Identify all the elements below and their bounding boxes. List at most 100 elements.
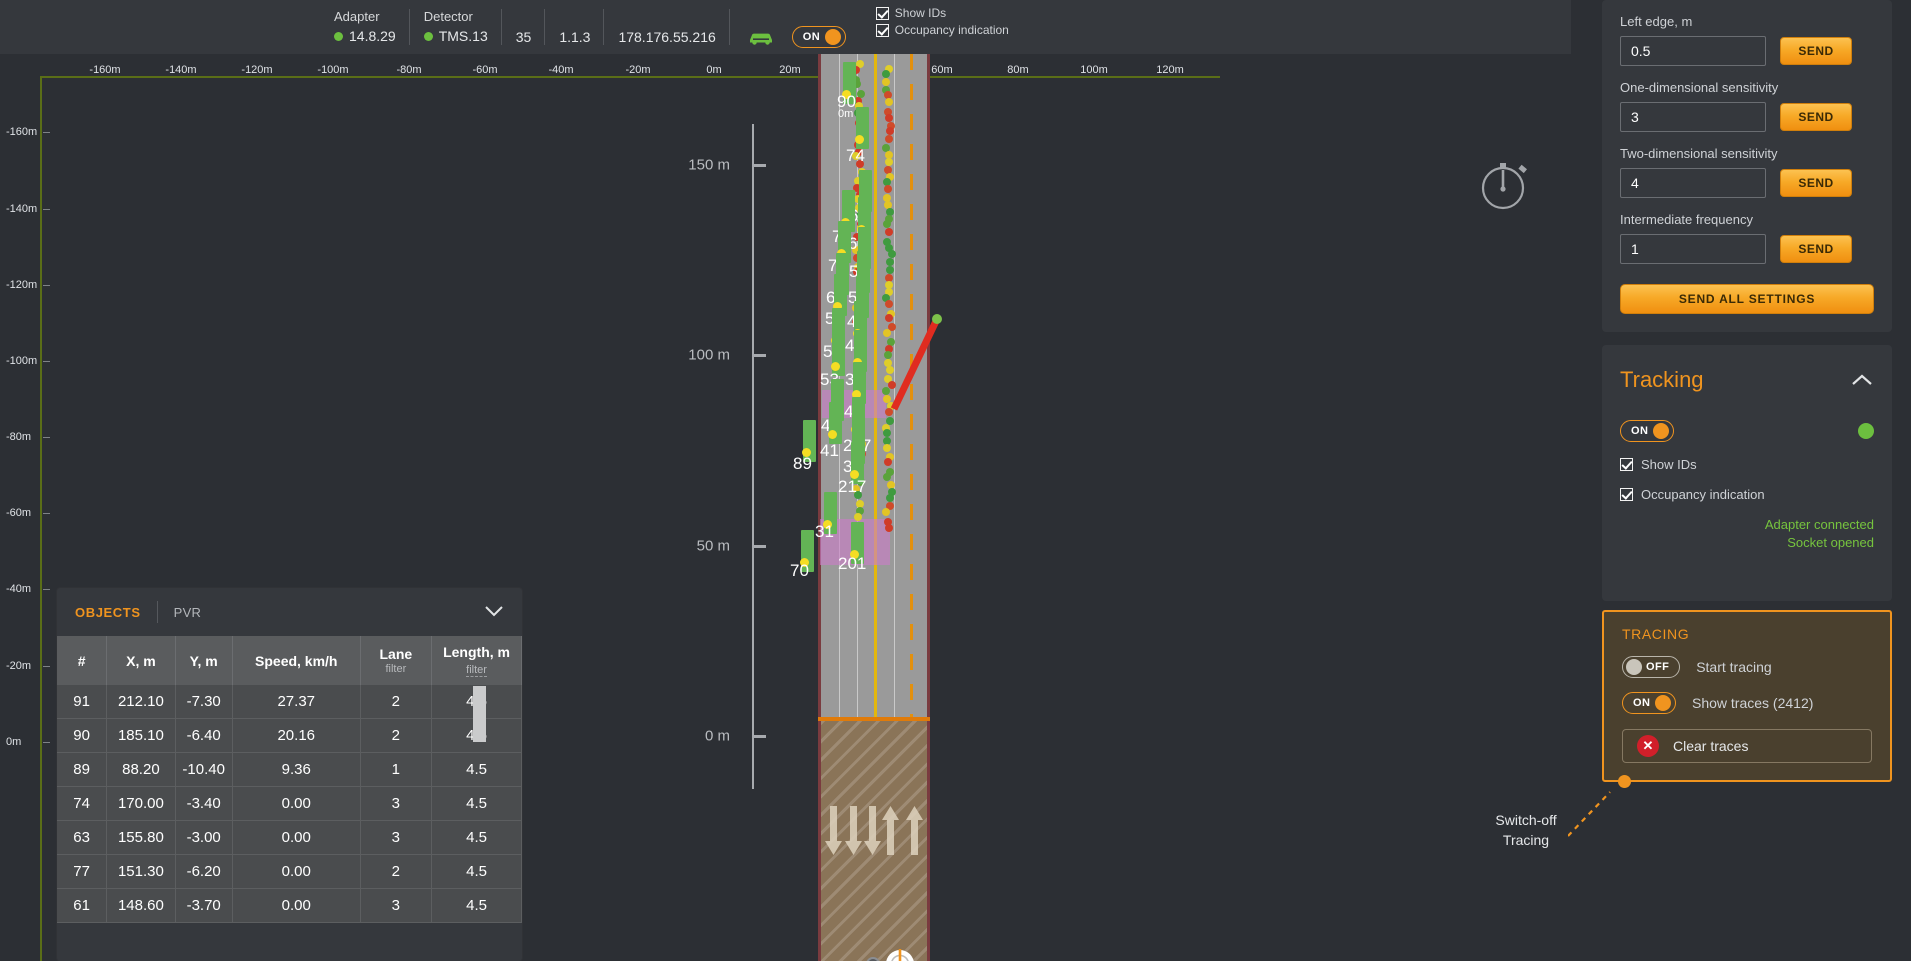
- table-cell: 27.37: [232, 685, 361, 719]
- app-root: Adapter 14.8.29 Detector TMS.13 35 1.1.3…: [0, 0, 1911, 961]
- adapter-status: Adapter 14.8.29: [320, 0, 410, 54]
- table-row[interactable]: 90185.10-6.4020.1624.5: [57, 718, 522, 753]
- trace-point: [885, 523, 894, 532]
- send-setting-button[interactable]: SEND: [1780, 37, 1852, 65]
- column-filter[interactable]: filter: [365, 663, 427, 675]
- show-traces-toggle[interactable]: ON: [1622, 692, 1676, 714]
- toggle-knob: [1626, 659, 1642, 675]
- objects-table-column-header[interactable]: #: [57, 636, 108, 685]
- x-axis-tick: 60m: [931, 64, 953, 76]
- vehicle-mode-icon-wrap: [730, 0, 788, 54]
- table-cell: -10.40: [175, 752, 233, 787]
- vehicle-mode-toggle[interactable]: ON: [791, 26, 846, 48]
- objects-table-column-header[interactable]: Lane filter: [360, 636, 433, 685]
- tracking-checkbox-occupancy-label: Occupancy indication: [1641, 487, 1765, 502]
- table-row[interactable]: 89 88.20 -10.40 9.36 1 4.5: [57, 752, 522, 787]
- table-cell: 0.00: [232, 888, 361, 923]
- tab-objects[interactable]: OBJECTS: [75, 605, 141, 620]
- send-all-settings-button[interactable]: SEND ALL SETTINGS: [1620, 284, 1874, 314]
- stopwatch-icon[interactable]: [1477, 158, 1531, 212]
- tracking-toggle[interactable]: ON: [1620, 420, 1674, 442]
- start-tracing-toggle-label: OFF: [1646, 661, 1670, 673]
- table-row[interactable]: 77 151.30 -6.20 0.00 2 4.5: [57, 854, 522, 889]
- table-row[interactable]: 91212.10-7.3027.3724.5: [57, 685, 522, 719]
- objects-table-column-header[interactable]: Speed, km/h: [232, 636, 361, 685]
- y-axis-tick-mark: [43, 132, 50, 133]
- column-filter[interactable]: filter: [466, 664, 487, 677]
- start-tracing-row: OFF Start tracing: [1622, 656, 1872, 678]
- column-label: X, m: [126, 652, 156, 669]
- clear-traces-label: Clear traces: [1673, 738, 1749, 754]
- send-setting-button[interactable]: SEND: [1780, 169, 1852, 197]
- table-cell: 4.5: [431, 888, 522, 923]
- road-center-handle[interactable]: [885, 949, 915, 961]
- start-tracing-toggle[interactable]: OFF: [1622, 656, 1681, 678]
- tracking-checkbox-occupancy[interactable]: Occupancy indication: [1620, 487, 1874, 502]
- start-tracing-label: Start tracing: [1696, 659, 1772, 675]
- objects-table-column-header[interactable]: Length, m filter: [431, 636, 522, 685]
- x-axis-tick: 120m: [1156, 64, 1184, 76]
- tracking-checkbox-occupancy-box[interactable]: [1620, 488, 1633, 501]
- origin-marker-label: 0m: [838, 108, 854, 120]
- x-axis-tick: -160m: [89, 64, 121, 76]
- tracking-status-messages: Adapter connected Socket opened: [1620, 516, 1874, 552]
- road-edge-right: [927, 54, 930, 961]
- status-socket-opened: Socket opened: [1787, 535, 1874, 550]
- ruler-label: 0 m: [704, 727, 730, 745]
- send-setting-button[interactable]: SEND: [1780, 235, 1852, 263]
- table-cell: -6.20: [175, 854, 233, 889]
- vehicle-id-label: 201: [838, 554, 867, 573]
- detector-ip: 178.176.55.216: [604, 0, 731, 54]
- trace-point: [885, 113, 894, 122]
- axis-line-horizontal: [40, 76, 1220, 78]
- setting-input[interactable]: [1620, 36, 1766, 66]
- x-axis-tick: -120m: [241, 64, 273, 76]
- checkbox-occupancy[interactable]: Occupancy indication: [875, 23, 1009, 37]
- detector-firmware: 1.1.3: [545, 0, 605, 54]
- table-cell: 4.5: [431, 786, 522, 821]
- trace-point: [884, 135, 893, 144]
- y-axis-tick-mark: [43, 742, 50, 743]
- checkbox-show-ids[interactable]: Show IDs: [875, 6, 1009, 20]
- setting-input[interactable]: [1620, 168, 1766, 198]
- show-traces-toggle-label: ON: [1633, 697, 1651, 709]
- x-axis-tick: 0m: [706, 64, 722, 76]
- tab-pvr[interactable]: PVR: [174, 605, 202, 620]
- objects-table-column-header[interactable]: X, m: [106, 636, 176, 685]
- tracking-checkbox-show-ids[interactable]: Show IDs: [1620, 457, 1874, 472]
- checkbox-show-ids-box[interactable]: [875, 6, 889, 20]
- tracking-checkbox-show-ids-box[interactable]: [1620, 458, 1633, 471]
- y-axis-tick: -140m: [6, 203, 38, 215]
- setting-input[interactable]: [1620, 234, 1766, 264]
- table-cell: 4.5: [431, 752, 522, 787]
- chevron-up-icon[interactable]: [1850, 373, 1874, 387]
- table-cell: 3: [360, 888, 433, 923]
- table-cell: 148.60: [106, 888, 176, 923]
- setting-row: SEND: [1620, 102, 1874, 132]
- objects-table-scrollbar-thumb[interactable]: [473, 686, 486, 742]
- table-cell: 0.00: [232, 786, 361, 821]
- y-axis-tick: 0m: [6, 736, 22, 748]
- tracing-title: TRACING: [1622, 626, 1690, 642]
- y-axis-tick: -20m: [6, 660, 32, 672]
- table-cell: 88.20: [106, 752, 176, 787]
- objects-table: # X, m Y, m Speed, km/h Lane filter Length, mf…: [57, 636, 522, 923]
- table-cell: -3.00: [175, 820, 233, 855]
- table-cell: 74: [57, 786, 108, 821]
- chevron-down-icon[interactable]: [484, 604, 504, 618]
- table-cell: 2: [360, 685, 433, 719]
- detector-name: TMS.13: [438, 28, 488, 44]
- objects-table-column-header[interactable]: Y, m: [175, 636, 233, 685]
- objects-table-scroll[interactable]: # X, m Y, m Speed, km/h Lane filter Length, mf…: [57, 636, 522, 961]
- center-solid-line: [874, 54, 877, 719]
- checkbox-occupancy-box[interactable]: [875, 23, 889, 37]
- table-row[interactable]: 61 148.60 -3.70 0.00 3 4.5: [57, 888, 522, 923]
- trace-point: [884, 299, 893, 308]
- detector-value-row: TMS.13: [423, 26, 488, 46]
- send-setting-button[interactable]: SEND: [1780, 103, 1852, 131]
- table-row[interactable]: 63 155.80 -3.00 0.00 3 4.5: [57, 820, 522, 855]
- clear-traces-button[interactable]: ✕ Clear traces: [1622, 729, 1872, 763]
- lane-direction-arrows: [825, 806, 923, 855]
- setting-input[interactable]: [1620, 102, 1766, 132]
- table-row[interactable]: 74 170.00 -3.40 0.00 3 4.5: [57, 786, 522, 821]
